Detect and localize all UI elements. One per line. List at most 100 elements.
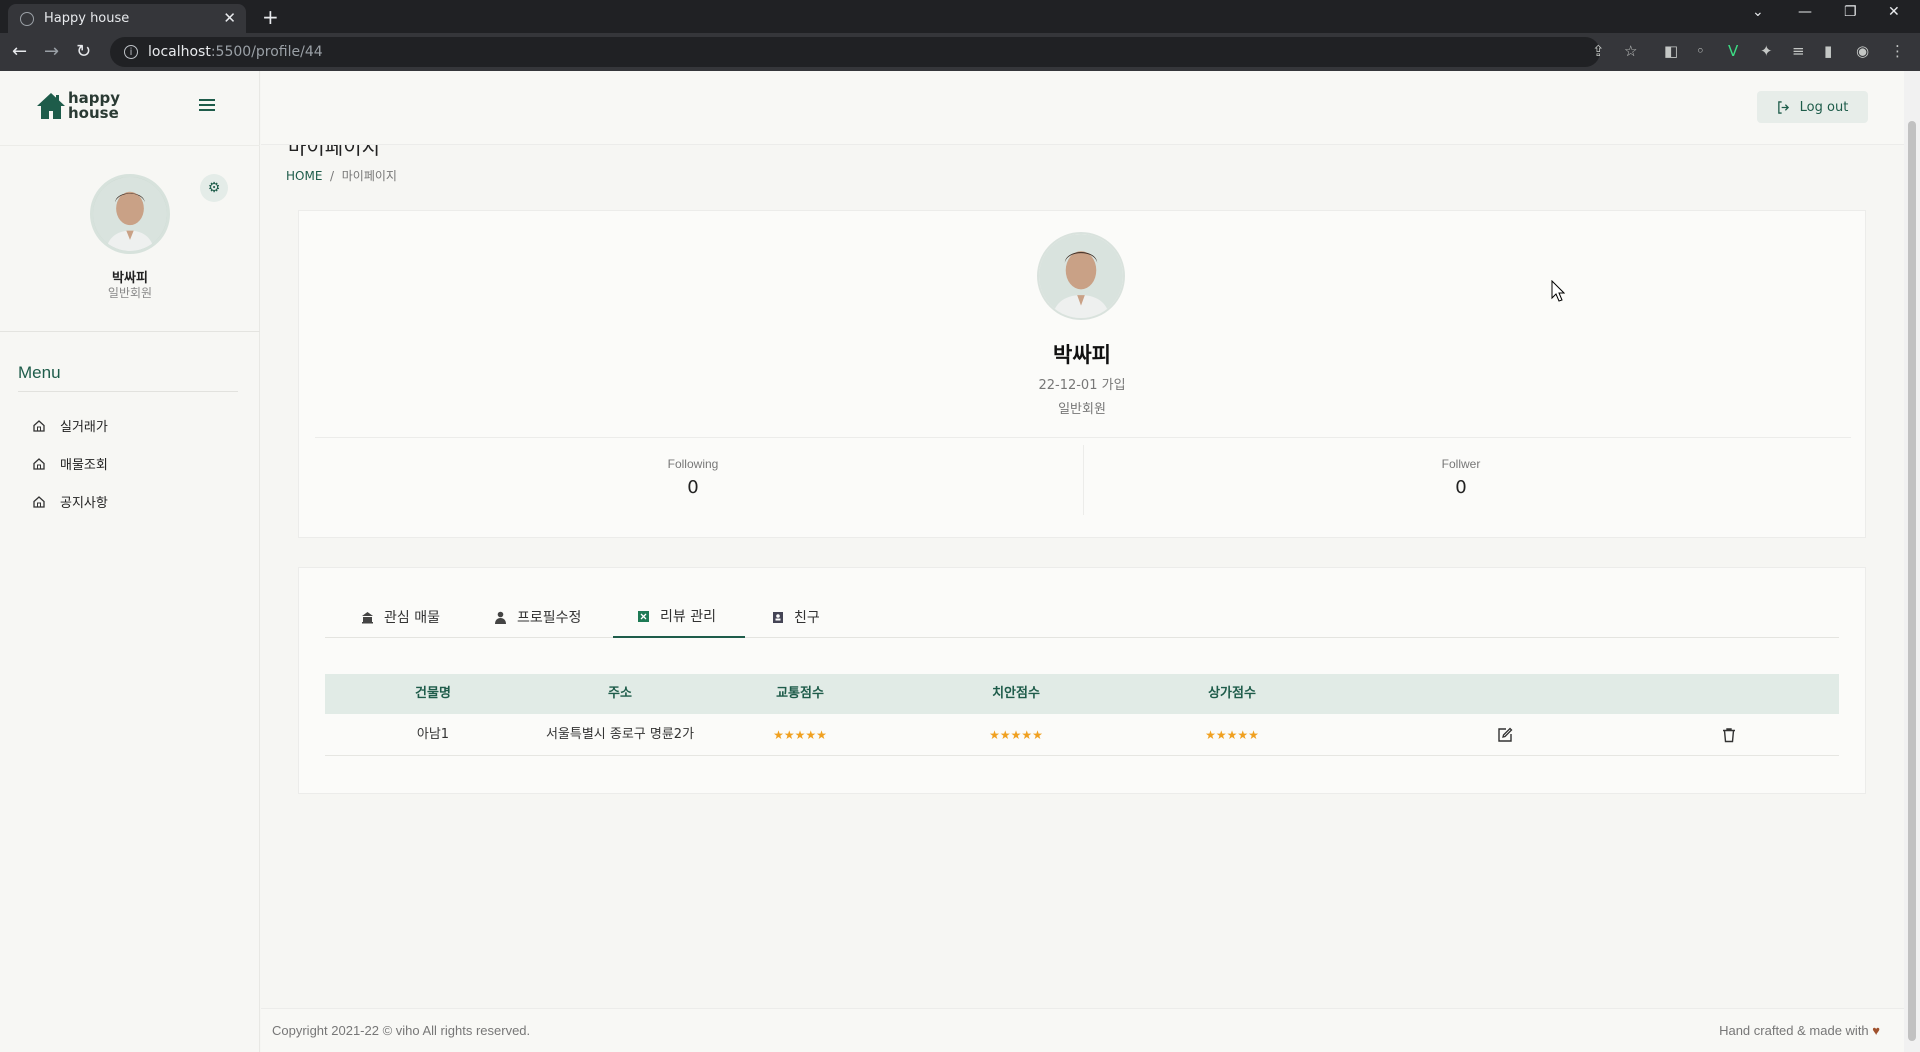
tab-label: 관심 매물 [384,610,440,626]
share-icon[interactable]: ⇪ [1592,42,1605,60]
breadcrumb-current: 마이페이지 [341,169,397,183]
browser-tab-title: Happy house [44,11,130,26]
side-panel-icon[interactable]: ▮ [1824,42,1832,60]
app-logo[interactable]: happy house [36,91,120,121]
app-root: Log out happy house ⚙ 박싸피 일반회원 Menu 실거래가… [0,71,1920,1052]
crafted-text: Hand crafted & made with ♥ [1719,1023,1880,1038]
footer: Copyright 2021-22 © viho All rights rese… [261,1008,1920,1052]
window-close-icon[interactable]: ✕ [1888,4,1900,20]
review-table-header: 건물명 주소 교통점수 치안점수 상가점수 [325,674,1839,714]
tabs-card: 관심 매물 프로필수정 리뷰 관리 친구 건물명 주소 교통점수 치안점수 상가… [298,567,1866,794]
media-icon[interactable]: ≡ [1792,42,1805,60]
sidebar-item-label: 매물조회 [60,458,108,473]
menu-title: Menu [18,363,61,382]
follower-count[interactable]: 0 [1071,477,1851,498]
extension-icon-2[interactable]: ◦ [1696,42,1705,60]
table-row: 아남1 서울특별시 종로구 명륜2가 ★★★★★ ★★★★★ ★★★★★ [325,714,1839,756]
logout-icon [1777,100,1789,114]
logo-text: happy house [68,89,121,122]
url-path: :5500/profile/44 [210,44,323,60]
tab-nav: 관심 매물 프로필수정 리뷰 관리 친구 [325,596,1839,638]
user-icon [495,611,506,624]
edit-icon[interactable] [1497,727,1513,743]
breadcrumb-home[interactable]: HOME [286,169,322,183]
copyright-text: Copyright 2021-22 © viho All rights rese… [272,1023,531,1038]
cell-traffic-stars: ★★★★★ [773,728,827,742]
extension-icon[interactable]: ◧ [1664,42,1678,60]
column-header: 교통점수 [776,686,824,701]
sidebar: happy house ⚙ 박싸피 일반회원 Menu 실거래가 매물조회 공지… [0,71,260,1052]
profile-icon[interactable]: ◉ [1856,42,1869,60]
sidebar-user-role: 일반회원 [107,286,153,300]
profile-name: 박싸피 [1053,343,1111,367]
vue-devtools-icon[interactable]: V [1728,42,1738,60]
cell-building: 아남1 [416,727,450,742]
column-header: 치안점수 [992,686,1040,701]
home-icon [33,457,45,470]
house-logo-icon [37,93,65,119]
tab-friends[interactable]: 친구 [771,596,820,638]
sidebar-item-label: 실거래가 [60,420,108,435]
menu-underline [18,391,238,392]
more-menu-icon[interactable]: ⋮ [1890,42,1905,60]
trash-icon[interactable] [1721,727,1737,743]
mouse-cursor-icon [1551,280,1565,302]
sidebar-item-label: 공지사항 [60,496,108,511]
bank-icon [362,611,373,623]
browser-toolbar: ← → ↻ i localhost:5500/profile/44 ⇪ ☆ ◧ … [0,33,1920,71]
profile-card: 박싸피 22-12-01 가입 일반회원 Following 0 Follwer… [298,210,1866,538]
minimize-icon[interactable]: — [1798,4,1812,20]
sidebar-divider-2 [0,331,260,332]
page-scrollbar[interactable] [1904,71,1920,1052]
follower-label: Follwer [1441,457,1481,471]
restore-icon[interactable]: ❐ [1844,4,1857,20]
reload-icon[interactable]: ↻ [76,41,91,62]
tab-review-management[interactable]: 리뷰 관리 [613,596,745,638]
sidebar-item-notices[interactable]: 공지사항 [32,492,108,511]
scrollbar-thumb[interactable] [1908,121,1916,1041]
home-icon [33,495,45,508]
bookmark-star-icon[interactable]: ☆ [1624,42,1637,60]
cell-safety-stars: ★★★★★ [989,728,1043,742]
back-icon[interactable]: ← [12,41,27,62]
breadcrumb: HOME / 마이페이지 [286,167,397,184]
browser-tabbar: Happy house ✕ + ⌄ — ❐ ✕ [0,0,1920,33]
tab-edit-profile[interactable]: 프로필수정 [494,596,581,638]
column-header: 건물명 [415,686,451,701]
tab-search-icon[interactable]: ⌄ [1752,4,1764,20]
column-header: 주소 [608,686,632,701]
contacts-icon [773,611,783,623]
logout-label: Log out [1799,99,1849,115]
column-header: 상가점수 [1208,686,1256,701]
following-label: Following [667,457,719,471]
profile-role: 일반회원 [1058,402,1106,417]
logout-button[interactable]: Log out [1757,91,1868,123]
following-count[interactable]: 0 [303,477,1083,498]
sidebar-toggle-icon[interactable] [199,99,215,114]
sidebar-divider [0,145,260,146]
tab-favorites[interactable]: 관심 매물 [361,596,440,638]
sidebar-item-transactions[interactable]: 실거래가 [32,416,108,435]
sidebar-item-listings[interactable]: 매물조회 [32,454,108,473]
forward-icon[interactable]: → [44,41,59,62]
site-info-icon[interactable]: i [124,45,138,59]
url-host: localhost [148,44,211,60]
sidebar-avatar [90,174,170,254]
profile-joined-date: 22-12-01 가입 [1038,378,1126,393]
home-icon [33,419,45,432]
puzzle-icon[interactable]: ✦ [1760,42,1773,60]
browser-tab[interactable]: Happy house ✕ [8,4,246,33]
cell-address: 서울특별시 종로구 명륜2가 [545,727,695,742]
cell-commerce-stars: ★★★★★ [1205,728,1259,742]
spreadsheet-icon [638,610,649,622]
address-bar[interactable]: i localhost:5500/profile/44 [110,37,1600,67]
settings-gear-icon[interactable]: ⚙ [200,174,228,202]
close-tab-icon[interactable]: ✕ [223,9,236,27]
tab-label: 프로필수정 [517,610,582,626]
tab-label: 리뷰 관리 [660,609,716,625]
profile-divider [315,437,1851,438]
heart-icon: ♥ [1872,1023,1880,1038]
new-tab-icon[interactable]: + [262,5,279,29]
profile-avatar [1037,232,1125,320]
globe-icon [20,11,34,26]
